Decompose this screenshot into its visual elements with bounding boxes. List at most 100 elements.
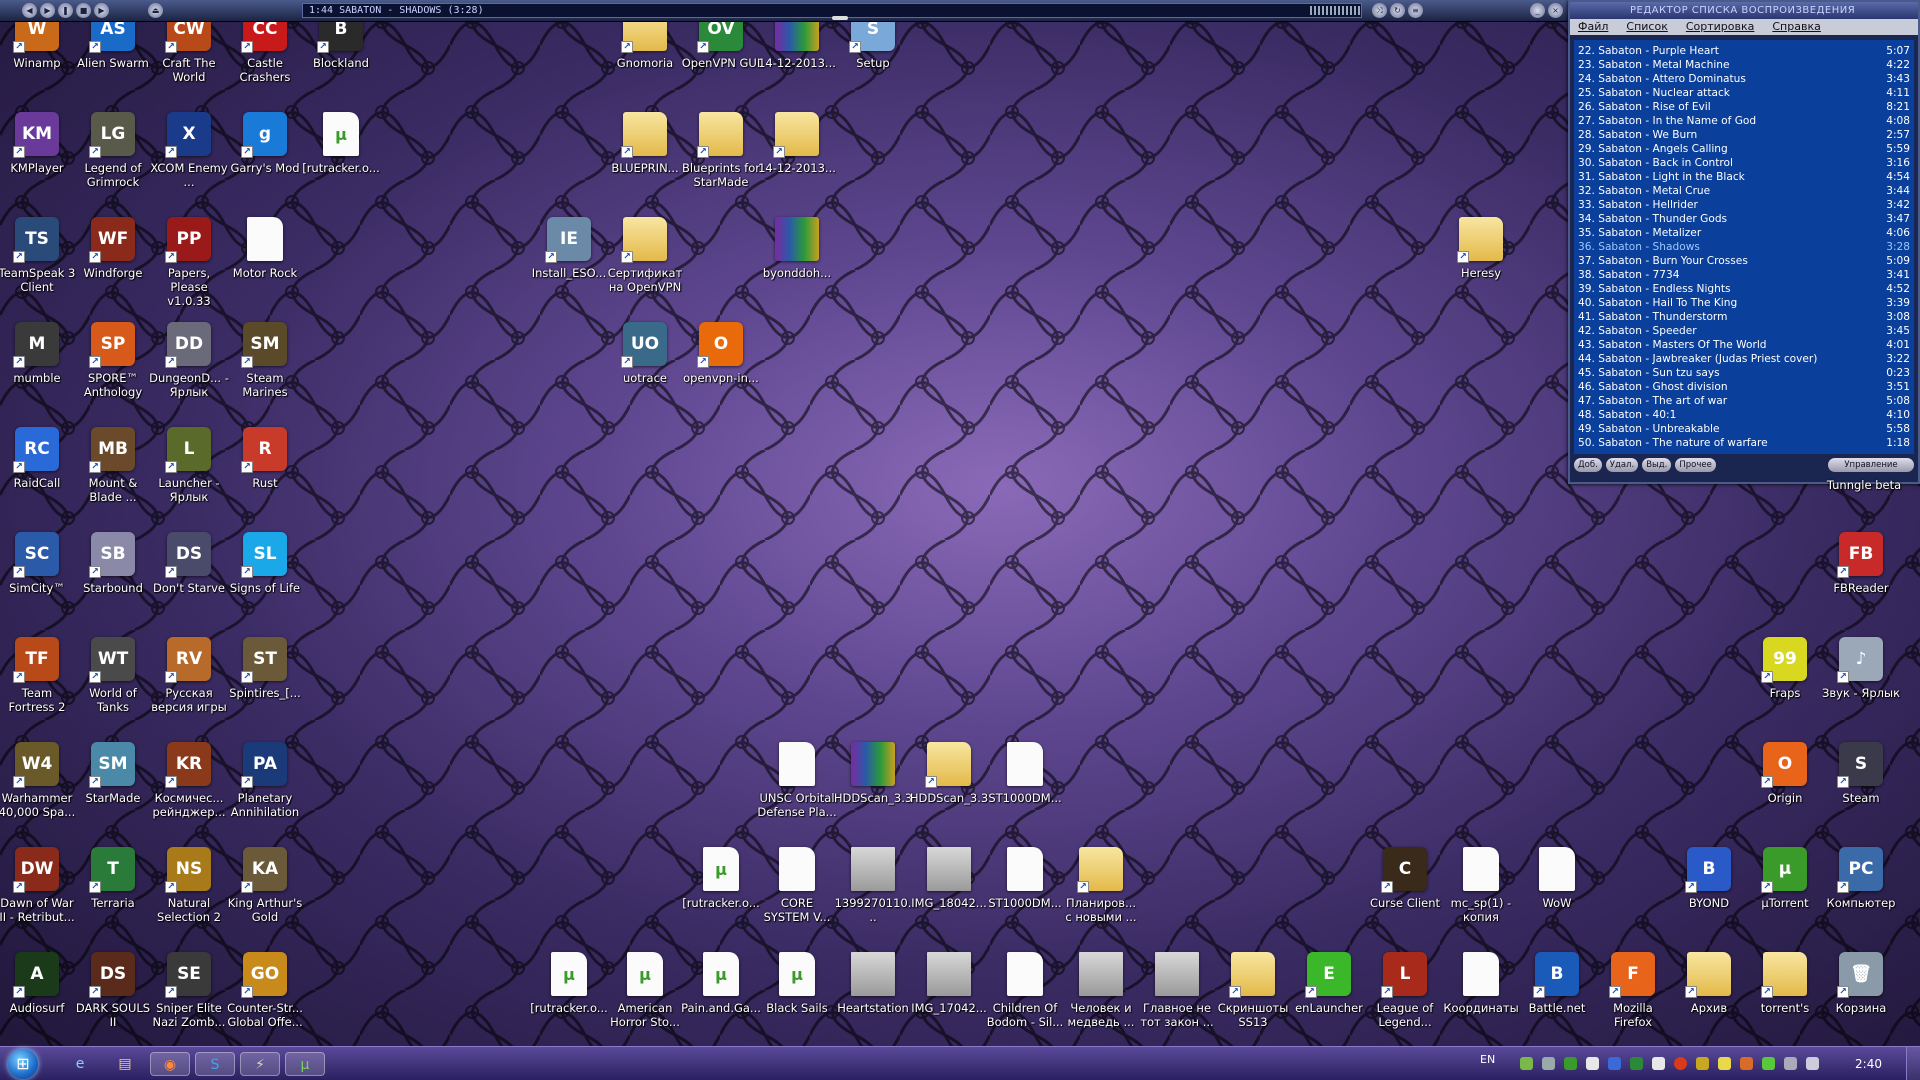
desktop-icon[interactable]: Главное не тот закон ... xyxy=(1139,952,1215,1029)
desktop-icon[interactable]: SP ↗ SPORE™ Anthology xyxy=(75,322,151,399)
desktop-icon[interactable]: mc_sp(1) - копия xyxy=(1443,847,1519,924)
playlist-row[interactable]: 49. Sabaton - Unbreakable 5:58 xyxy=(1578,422,1910,436)
desktop-icon[interactable]: ↗ Сертификат на OpenVPN xyxy=(607,217,683,294)
playlist-button[interactable]: Прочее xyxy=(1675,458,1716,472)
tray-app-icon[interactable] xyxy=(1586,1057,1599,1070)
skype-taskbar-icon[interactable]: S xyxy=(195,1052,235,1076)
desktop-icon[interactable]: µ [rutracker.o... xyxy=(302,112,380,175)
desktop-icon[interactable]: DS ↗ Don't Starve xyxy=(151,532,227,595)
tray-app-icon[interactable] xyxy=(1652,1057,1665,1070)
desktop-icon[interactable]: µ American Horror Sto... xyxy=(607,952,683,1029)
desktop-icon[interactable]: Координаты xyxy=(1443,952,1519,1015)
desktop-icon[interactable]: UNSC Orbital Defense Pla... xyxy=(757,742,837,819)
desktop-icon[interactable]: WT ↗ World of Tanks xyxy=(75,637,151,714)
desktop-icon[interactable]: B ↗ Battle.net xyxy=(1519,952,1595,1015)
desktop-icon[interactable]: ST ↗ Spintires_[... xyxy=(227,637,303,700)
playlist-button[interactable]: Управление xyxy=(1828,458,1914,472)
desktop-icon[interactable]: KR ↗ Космичес... рейнджер... xyxy=(151,742,227,819)
desktop-icon[interactable]: DD ↗ DungeonD... - Ярлык xyxy=(149,322,229,399)
playlist-row[interactable]: 35. Sabaton - Metalizer 4:06 xyxy=(1578,226,1910,240)
desktop-icon[interactable]: RV ↗ Русская версия игры xyxy=(151,637,227,714)
playlist-row[interactable]: 29. Sabaton - Angels Calling 5:59 xyxy=(1578,142,1910,156)
playlist-row[interactable]: 42. Sabaton - Speeder 3:45 xyxy=(1578,324,1910,338)
desktop-icon[interactable]: g ↗ Garry's Mod xyxy=(227,112,303,175)
winamp-taskbar-icon[interactable]: ⚡ xyxy=(240,1052,280,1076)
desktop-icon[interactable]: KA ↗ King Arthur's Gold xyxy=(227,847,303,924)
desktop-icon[interactable]: DW ↗ Dawn of War II - Retribut... xyxy=(0,847,75,924)
playlist-title[interactable]: РЕДАКТОР СПИСКА ВОСПРОИЗВЕДЕНИЯ xyxy=(1570,2,1918,19)
tray-volume-icon[interactable] xyxy=(1806,1057,1819,1070)
playlist-menu-item[interactable]: Список xyxy=(1626,19,1667,35)
tray-steam-icon[interactable] xyxy=(1542,1057,1555,1070)
desktop-icon[interactable]: MB ↗ Mount & Blade ... xyxy=(75,427,151,504)
desktop-icon[interactable]: T ↗ Terraria xyxy=(75,847,151,910)
desktop-icon[interactable]: PA ↗ Planetary Annihilation xyxy=(227,742,303,819)
desktop-icon[interactable]: S ↗ Steam xyxy=(1823,742,1899,805)
desktop-icon[interactable]: X ↗ XCOM Enemy ... xyxy=(150,112,228,189)
play-icon[interactable]: ▶ xyxy=(40,3,55,18)
playlist-row[interactable]: 46. Sabaton - Ghost division 3:51 xyxy=(1578,380,1910,394)
playlist-row[interactable]: 22. Sabaton - Purple Heart 5:07 xyxy=(1578,44,1910,58)
playlist-row[interactable]: 23. Sabaton - Metal Machine 4:22 xyxy=(1578,58,1910,72)
playlist-row[interactable]: 26. Sabaton - Rise of Evil 8:21 xyxy=(1578,100,1910,114)
desktop-icon[interactable]: A ↗ Audiosurf xyxy=(0,952,75,1015)
playlist-row[interactable]: 31. Sabaton - Light in the Black 4:54 xyxy=(1578,170,1910,184)
stop-icon[interactable]: ■ xyxy=(76,3,91,18)
playlist-editor-window[interactable]: РЕДАКТОР СПИСКА ВОСПРОИЗВЕДЕНИЯ Файл Спис… xyxy=(1568,0,1920,484)
tray-warning-icon[interactable] xyxy=(1674,1057,1687,1070)
playlist-row[interactable]: 44. Sabaton - Jawbreaker (Judas Priest c… xyxy=(1578,352,1910,366)
pause-icon[interactable]: ❚ xyxy=(58,3,73,18)
desktop-icon[interactable]: ♪ ↗ Звук - Ярлык xyxy=(1822,637,1900,700)
desktop-icon[interactable]: Человек и медведь ... xyxy=(1063,952,1139,1029)
firefox-taskbar-icon[interactable]: ◉ xyxy=(150,1052,190,1076)
desktop-icon[interactable]: TS ↗ TeamSpeak 3 Client xyxy=(0,217,75,294)
desktop-icon[interactable]: L ↗ Launcher - Ярлык xyxy=(151,427,227,504)
desktop-icon[interactable]: NS ↗ Natural Selection 2 xyxy=(151,847,227,924)
desktop-icon[interactable]: SM ↗ Steam Marines xyxy=(227,322,303,399)
playlist-row[interactable]: 28. Sabaton - We Burn 2:57 xyxy=(1578,128,1910,142)
desktop-icon[interactable]: byonddoh... xyxy=(759,217,835,280)
playlist-list[interactable]: 22. Sabaton - Purple Heart 5:07 23. Sabato… xyxy=(1574,40,1914,454)
playlist-menu-item[interactable]: Файл xyxy=(1578,19,1608,35)
eject-icon[interactable]: ⏏ xyxy=(148,3,163,18)
desktop-icon[interactable]: µ Pain.and.Ga... xyxy=(681,952,761,1015)
desktop-icon[interactable]: LG ↗ Legend of Grimrock xyxy=(75,112,151,189)
tray-app-icon[interactable] xyxy=(1608,1057,1621,1070)
minimize-icon[interactable]: _ xyxy=(1530,3,1545,18)
desktop-icon[interactable]: TF ↗ Team Fortress 2 xyxy=(0,637,75,714)
desktop-icon[interactable]: HDDScan_3.3 xyxy=(834,742,912,805)
desktop-icon[interactable]: 1399270110... xyxy=(835,847,911,924)
tray-torrent-icon[interactable] xyxy=(1564,1057,1577,1070)
desktop-icon[interactable]: FB ↗ FBReader xyxy=(1823,532,1899,595)
previous-icon[interactable]: ◀ xyxy=(22,3,37,18)
desktop-icon[interactable]: µ ↗ µTorrent xyxy=(1747,847,1823,910)
playlist-row[interactable]: 36. Sabaton - Shadows 3:28 xyxy=(1578,240,1910,254)
playlist-row[interactable]: 30. Sabaton - Back in Control 3:16 xyxy=(1578,156,1910,170)
repeat-icon[interactable]: ↻ xyxy=(1390,3,1405,18)
desktop-icon[interactable]: SM ↗ StarMade xyxy=(75,742,151,805)
desktop-icon[interactable]: ST1000DM... xyxy=(987,742,1063,805)
desktop-icon[interactable]: µ [rutracker.o... xyxy=(682,847,760,910)
close-icon[interactable]: × xyxy=(1548,3,1563,18)
tray-app-icon[interactable] xyxy=(1718,1057,1731,1070)
language-indicator[interactable]: EN xyxy=(1480,1053,1495,1066)
playlist-row[interactable]: 50. Sabaton - The nature of warfare 1:18 xyxy=(1578,436,1910,450)
desktop-icon[interactable]: Motor Rock xyxy=(227,217,303,280)
desktop-icon[interactable]: M ↗ mumble xyxy=(0,322,75,385)
playlist-row[interactable]: 24. Sabaton - Attero Dominatus 3:43 xyxy=(1578,72,1910,86)
desktop-icon[interactable]: L ↗ League of Legend... xyxy=(1367,952,1443,1029)
desktop-icon[interactable]: ↗ Архив xyxy=(1671,952,1747,1015)
playlist-row[interactable]: 25. Sabaton - Nuclear attack 4:11 xyxy=(1578,86,1910,100)
desktop-icon[interactable]: µ [rutracker.o... xyxy=(530,952,608,1015)
desktop-icon[interactable]: IE ↗ Install_ESO... xyxy=(531,217,607,280)
tray-app-icon[interactable] xyxy=(1696,1057,1709,1070)
ie-icon[interactable]: e xyxy=(60,1052,100,1076)
shuffle-icon[interactable]: ⤨ xyxy=(1372,3,1387,18)
tray-app-icon[interactable] xyxy=(1762,1057,1775,1070)
seek-slider[interactable] xyxy=(832,16,848,20)
desktop-icon[interactable]: ↗ Планиров... с новыми ... xyxy=(1063,847,1139,924)
desktop-icon[interactable]: ↗ Heresy xyxy=(1443,217,1519,280)
desktop-icon[interactable]: C ↗ Curse Client xyxy=(1367,847,1443,910)
desktop-icon[interactable]: ↗ torrent's xyxy=(1747,952,1823,1015)
desktop-icon[interactable]: Children Of Bodom - Sil... xyxy=(987,952,1063,1029)
